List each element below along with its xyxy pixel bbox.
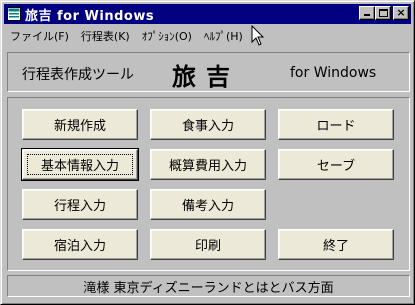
- itinerary-input-button[interactable]: 行程入力: [22, 189, 138, 220]
- minimize-icon: [364, 14, 370, 16]
- estimate-cost-button[interactable]: 概算費用入力: [150, 149, 266, 180]
- status-bar: 滝様 東京ディズニーランドとはとバス方面: [7, 275, 410, 297]
- focus-rect: [27, 154, 133, 175]
- menu-itinerary[interactable]: 行程表(K): [75, 28, 136, 44]
- exit-button[interactable]: 終了: [278, 229, 394, 260]
- maximize-button[interactable]: [375, 6, 391, 20]
- menu-bar: ファイル(F) 行程表(K) ｵﾌﾟｼｮﾝ(O) ﾍﾙﾌﾟ(H): [4, 26, 411, 45]
- minimize-button[interactable]: [359, 6, 375, 20]
- app-icon[interactable]: [7, 7, 21, 21]
- maximize-icon: [379, 9, 388, 17]
- menu-file[interactable]: ファイル(F): [4, 28, 75, 44]
- print-button[interactable]: 印刷: [150, 229, 266, 260]
- new-button[interactable]: 新規作成: [22, 109, 138, 140]
- app-logo-title: 旅吉: [172, 63, 240, 91]
- title-buttons: ×: [359, 6, 409, 20]
- status-text: 滝様 東京ディズニーランドとはとバス方面: [83, 280, 334, 296]
- close-icon: ×: [396, 6, 406, 19]
- header-subtitle: 行程表作成ツール: [22, 67, 134, 83]
- lodging-input-button[interactable]: 宿泊入力: [22, 229, 138, 260]
- menu-help[interactable]: ﾍﾙﾌﾟ(H): [198, 28, 249, 44]
- close-button[interactable]: ×: [393, 6, 409, 20]
- menu-options[interactable]: ｵﾌﾟｼｮﾝ(O): [136, 28, 198, 44]
- mouse-pointer-icon: [251, 25, 265, 46]
- title-bar[interactable]: 旅吉 for Windows ×: [4, 4, 411, 24]
- basic-info-button[interactable]: 基本情報入力: [21, 148, 139, 181]
- remarks-input-button[interactable]: 備考入力: [150, 189, 266, 220]
- window-title: 旅吉 for Windows: [25, 8, 155, 24]
- meal-input-button[interactable]: 食事入力: [150, 109, 266, 140]
- header-suffix: for Windows: [290, 65, 377, 81]
- header-panel: 行程表作成ツール 旅吉 for Windows: [7, 52, 410, 92]
- app-window: 旅吉 for Windows × ファイル(F) 行程表(K) ｵﾌﾟｼｮﾝ(O…: [0, 0, 415, 305]
- save-button[interactable]: セーブ: [278, 149, 394, 180]
- button-panel: 新規作成 食事入力 ロード 基本情報入力 概算費用入力 セーブ 行程入力 備考入…: [7, 97, 410, 271]
- load-button[interactable]: ロード: [278, 109, 394, 140]
